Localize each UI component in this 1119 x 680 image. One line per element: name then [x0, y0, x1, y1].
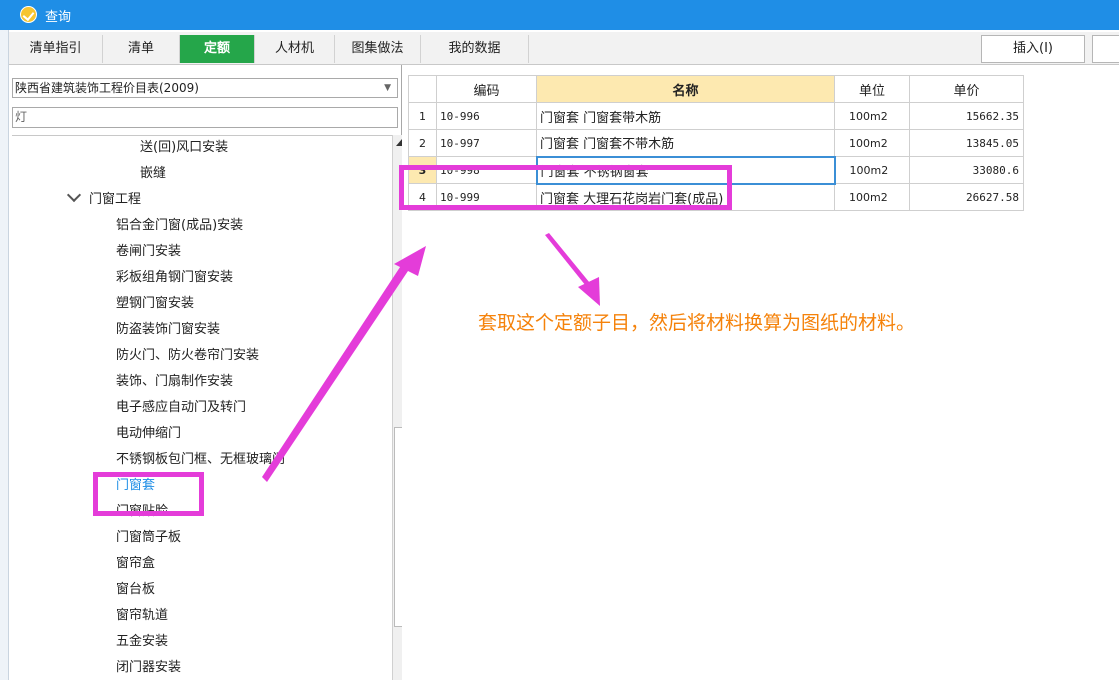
- arrow-head-icon: [578, 277, 600, 306]
- arrow-to-note-icon: [545, 233, 594, 291]
- annotation-arrows: [262, 233, 600, 482]
- annotation-note: 套取这个定额子目，然后将材料换算为图纸的材料。: [478, 312, 916, 334]
- arrow-to-grid-row-icon: [262, 258, 414, 482]
